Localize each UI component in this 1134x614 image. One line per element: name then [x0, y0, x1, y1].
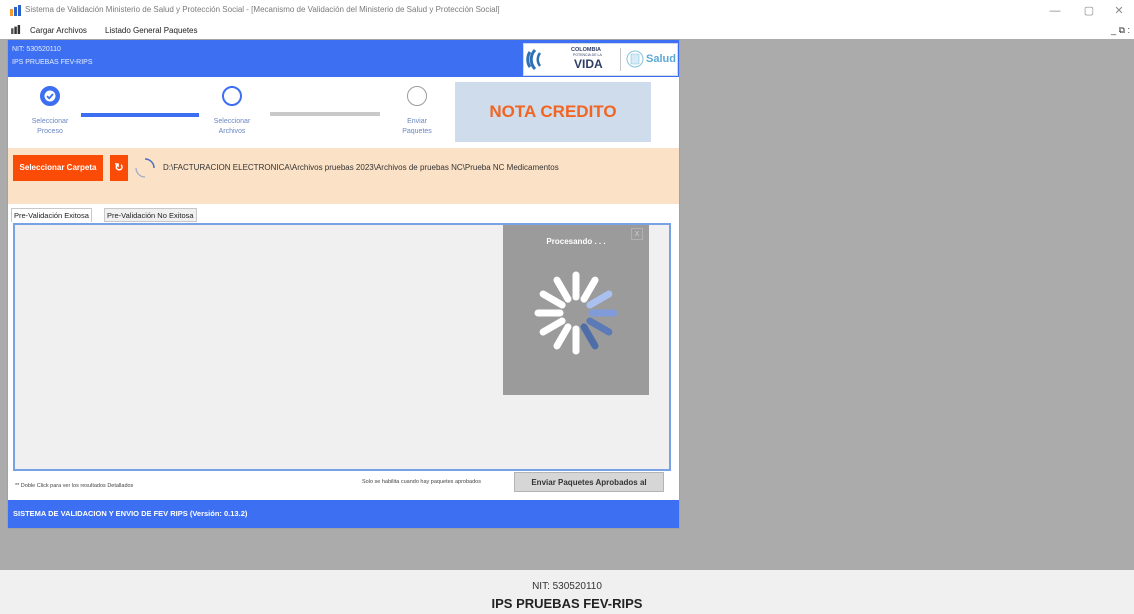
- spinner-segment: [553, 323, 572, 350]
- maximize-button[interactable]: ▢: [1079, 3, 1099, 19]
- step-1-check-icon: [40, 86, 60, 106]
- status-bar: SISTEMA DE VALIDACION Y ENVIO DE FEV RIP…: [8, 500, 679, 528]
- colombia-vida-logo: COLOMBIA POTENCIA DE LA VIDA Salud: [523, 43, 678, 76]
- form-header: NIT: 530520110 IPS PRUEBAS FEV-RIPS COLO…: [8, 40, 679, 77]
- mdi-window-controls[interactable]: _ ⧉ :: [1111, 25, 1130, 36]
- bottom-ips: IPS PRUEBAS FEV-RIPS: [491, 596, 643, 611]
- nota-credito-title: NOTA CREDITO: [489, 102, 617, 121]
- result-tabs: Pre-Validación Exitosa Pre-Validación No…: [8, 204, 679, 222]
- spinner-segment: [580, 323, 599, 350]
- step-2-progress-bar: [270, 112, 380, 116]
- status-text: SISTEMA DE VALIDACION Y ENVIO DE FEV RIP…: [13, 509, 248, 518]
- minimize-button[interactable]: —: [1045, 3, 1065, 19]
- nota-credito-panel: NOTA CREDITO: [455, 82, 651, 142]
- step-1-label: Seleccionar Proceso: [31, 118, 69, 135]
- logo-salud-text: Salud: [646, 53, 676, 65]
- loading-spinner-icon: [135, 158, 155, 178]
- processing-overlay: X Procesando . . .: [503, 225, 649, 395]
- close-button[interactable]: ✕: [1109, 3, 1129, 19]
- send-approved-packages-button[interactable]: Enviar Paquetes Aprobados al: [514, 472, 664, 492]
- bottom-info-panel: NIT: 530520110 IPS PRUEBAS FEV-RIPS: [0, 570, 1134, 614]
- step-1-progress-bar: [81, 113, 199, 117]
- spinner-segment: [539, 290, 566, 309]
- app-icon: [10, 5, 21, 16]
- step-3-label: Enviar Paquetes: [402, 118, 432, 135]
- tab-pre-validacion-no-exitosa[interactable]: Pre-Validación No Exitosa: [104, 208, 197, 222]
- window-title: Sistema de Validación Ministerio de Salu…: [25, 5, 500, 14]
- spinner-segment: [586, 290, 613, 309]
- menu-item-listado-general[interactable]: Listado General Paquetes: [105, 26, 198, 35]
- processing-spinner-icon: [534, 271, 618, 355]
- refresh-button[interactable]: ↻: [110, 155, 128, 181]
- spinner-segment: [580, 276, 599, 303]
- spinner-segment: [539, 317, 566, 336]
- folder-toolbar: Seleccionar Carpeta ↻ D:\FACTURACION ELE…: [8, 148, 679, 204]
- step-2-label: Seleccionar Archivos: [213, 118, 251, 135]
- bottom-nit: NIT: 530520110: [532, 581, 602, 592]
- menu-item-cargar-archivos[interactable]: Cargar Archivos: [30, 26, 87, 35]
- validation-form: NIT: 530520110 IPS PRUEBAS FEV-RIPS COLO…: [7, 39, 680, 529]
- spinner-segment: [553, 276, 572, 303]
- folder-path-text: D:\FACTURACION ELECTRONICA\Archivos prue…: [163, 163, 559, 172]
- spinner-segment: [586, 317, 613, 336]
- select-folder-button[interactable]: Seleccionar Carpeta: [13, 155, 103, 181]
- step-2-circle-icon: [222, 86, 242, 106]
- app-menu-icon[interactable]: [11, 25, 21, 34]
- logo-vida-text: VIDA: [574, 57, 603, 71]
- tab-pre-validacion-exitosa[interactable]: Pre-Validación Exitosa: [11, 208, 92, 222]
- menu-bar: Cargar Archivos Listado General Paquetes…: [0, 22, 1134, 39]
- process-steps: Seleccionar Proceso Seleccionar Archivos E…: [8, 77, 679, 148]
- double-click-note: ** Doble Click para ver los resultados D…: [15, 483, 134, 489]
- approved-only-note: Solo se habilita cuando hay paquetes apr…: [362, 479, 481, 485]
- header-nit: NIT: 530520110: [12, 46, 61, 53]
- header-ips: IPS PRUEBAS FEV-RIPS: [12, 59, 93, 66]
- window-title-bar: Sistema de Validación Ministerio de Salu…: [0, 0, 1134, 22]
- step-3-circle-icon: [407, 86, 427, 106]
